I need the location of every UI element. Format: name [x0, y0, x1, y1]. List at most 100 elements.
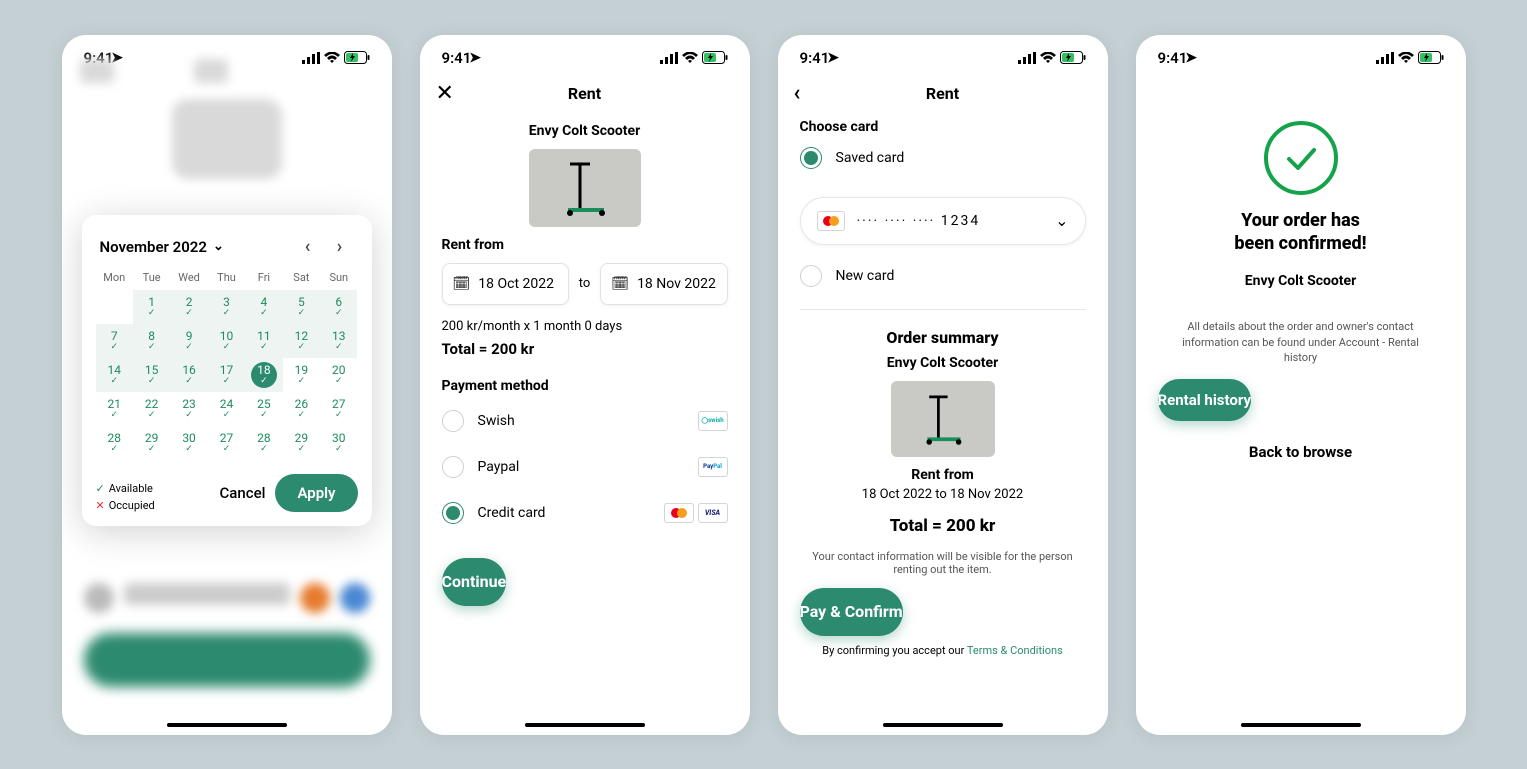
- calendar-day[interactable]: 30✓: [170, 426, 207, 460]
- calendar-day[interactable]: 6✓: [320, 290, 357, 324]
- product-image: [529, 149, 641, 227]
- battery-icon: [1418, 51, 1444, 64]
- mastercard-logo-icon: [664, 503, 694, 523]
- calendar-day[interactable]: 9✓: [170, 324, 207, 358]
- radio-icon: [442, 456, 464, 478]
- calendar-legend: ✓Available ✕Occupied: [96, 482, 155, 512]
- payment-option-paypal[interactable]: Paypal PayPal: [442, 444, 728, 490]
- calendar-dow: Thu: [208, 271, 245, 284]
- calendar-day[interactable]: 15✓: [133, 358, 170, 392]
- calendar-day[interactable]: 20✓: [320, 358, 357, 392]
- screen-confirmation: 9:41 ➤ Your order hasbeen confirmed! Env…: [1136, 35, 1466, 735]
- status-bar: 9:41 ➤: [1136, 35, 1466, 73]
- status-bar: 9:41 ➤: [420, 35, 750, 73]
- calendar-next-button[interactable]: ›: [326, 233, 354, 261]
- calendar-day[interactable]: 1✓: [133, 290, 170, 324]
- calendar-grid: 1✓2✓3✓4✓5✓6✓7✓8✓9✓10✓11✓12✓13✓14✓15✓16✓1…: [96, 290, 358, 460]
- swish-logo-icon: ◯swish: [698, 411, 728, 431]
- calendar-day[interactable]: 14✓: [96, 358, 133, 392]
- calendar-prev-button[interactable]: ‹: [294, 233, 322, 261]
- pay-confirm-button[interactable]: Pay & Confirm: [800, 588, 903, 636]
- calendar-day[interactable]: 26✓: [283, 392, 320, 426]
- calendar-dow: Tue: [133, 271, 170, 284]
- continue-button[interactable]: Continue: [442, 558, 507, 606]
- visa-logo-icon: VISA: [698, 503, 728, 523]
- calendar-day[interactable]: 18✓: [245, 358, 282, 392]
- home-indicator[interactable]: [167, 723, 287, 727]
- back-to-browse-link[interactable]: Back to browse: [1136, 443, 1466, 461]
- calendar-day[interactable]: 13✓: [320, 324, 357, 358]
- nav-header: ✕ Rent: [420, 73, 750, 115]
- product-title: Envy Colt Scooter: [1136, 273, 1466, 289]
- cellular-icon: [1376, 52, 1394, 64]
- calendar-day[interactable]: 27✓: [208, 426, 245, 460]
- calendar-day[interactable]: 28✓: [245, 426, 282, 460]
- cancel-button[interactable]: Cancel: [220, 484, 266, 502]
- payment-label: Paypal: [478, 459, 684, 475]
- close-icon[interactable]: ✕: [436, 81, 454, 106]
- calendar-day[interactable]: 24✓: [208, 392, 245, 426]
- payment-option-credit-card[interactable]: Credit card VISA: [442, 490, 728, 536]
- apply-button[interactable]: Apply: [275, 474, 357, 512]
- calendar-day[interactable]: 4✓: [245, 290, 282, 324]
- status-time: 9:41: [800, 49, 830, 67]
- calendar-day[interactable]: 27✓: [320, 392, 357, 426]
- status-time: 9:41: [442, 49, 472, 67]
- chevron-down-icon[interactable]: ⌄: [213, 239, 224, 254]
- calendar-day[interactable]: 5✓: [283, 290, 320, 324]
- calendar-day[interactable]: 29✓: [133, 426, 170, 460]
- rental-history-button[interactable]: Rental history: [1158, 379, 1252, 421]
- divider: [800, 309, 1086, 310]
- back-icon[interactable]: ‹: [794, 81, 801, 106]
- new-card-option[interactable]: New card: [800, 261, 1086, 299]
- home-indicator[interactable]: [525, 723, 645, 727]
- calendar-day[interactable]: 17✓: [208, 358, 245, 392]
- wifi-icon: [682, 52, 698, 64]
- calendar-icon: 🗓: [453, 276, 471, 292]
- date-to-value: 18 Nov 2022: [637, 276, 716, 292]
- radio-icon: [800, 265, 822, 287]
- date-to-input[interactable]: 🗓 18 Nov 2022: [600, 263, 727, 305]
- calendar-day[interactable]: 12✓: [283, 324, 320, 358]
- calendar-day[interactable]: 28✓: [96, 426, 133, 460]
- x-icon: ✕: [96, 499, 105, 512]
- order-summary-title: Order summary: [778, 328, 1108, 347]
- calendar-dow: Sun: [320, 271, 357, 284]
- home-indicator[interactable]: [883, 723, 1003, 727]
- home-indicator[interactable]: [1241, 723, 1361, 727]
- calendar-month-label[interactable]: November 2022: [100, 238, 207, 256]
- legend-available: Available: [109, 482, 153, 495]
- cellular-icon: [1018, 52, 1036, 64]
- calendar-day[interactable]: 23✓: [170, 392, 207, 426]
- calendar-day[interactable]: 7✓: [96, 324, 133, 358]
- screen-calendar: 9:41 ➤ November 2022 ⌄ ‹ ›: [62, 35, 392, 735]
- calendar-day[interactable]: 11✓: [245, 324, 282, 358]
- new-card-label: New card: [836, 268, 1086, 284]
- calendar-day[interactable]: 19✓: [283, 358, 320, 392]
- mastercard-logo-icon: [817, 211, 845, 231]
- saved-card-option[interactable]: Saved card: [800, 135, 1086, 181]
- blurred-row: [84, 583, 370, 615]
- calendar-day[interactable]: 2✓: [170, 290, 207, 324]
- success-check-icon: [1264, 121, 1338, 195]
- radio-icon: [442, 502, 464, 524]
- blurred-primary-button: [84, 633, 370, 687]
- calendar-day[interactable]: 10✓: [208, 324, 245, 358]
- product-title: Envy Colt Scooter: [420, 123, 750, 139]
- calendar-day[interactable]: 25✓: [245, 392, 282, 426]
- legend-occupied: Occupied: [109, 499, 155, 512]
- calendar-day[interactable]: 16✓: [170, 358, 207, 392]
- date-from-input[interactable]: 🗓 18 Oct 2022: [442, 263, 569, 305]
- calendar-icon: 🗓: [611, 276, 629, 292]
- screen-rent-form: 9:41 ➤ ✕ Rent Envy Colt Scooter Rent fro…: [420, 35, 750, 735]
- calendar-dow: Wed: [170, 271, 207, 284]
- calendar-day[interactable]: 22✓: [133, 392, 170, 426]
- saved-card-dropdown[interactable]: ···· ···· ···· 1234 ⌄: [800, 197, 1086, 245]
- calendar-day[interactable]: 29✓: [283, 426, 320, 460]
- calendar-day[interactable]: 8✓: [133, 324, 170, 358]
- calendar-day[interactable]: 30✓: [320, 426, 357, 460]
- calendar-day[interactable]: 21✓: [96, 392, 133, 426]
- terms-link[interactable]: Terms & Conditions: [967, 644, 1063, 657]
- calendar-day[interactable]: 3✓: [208, 290, 245, 324]
- payment-option-swish[interactable]: Swish ◯swish: [442, 398, 728, 444]
